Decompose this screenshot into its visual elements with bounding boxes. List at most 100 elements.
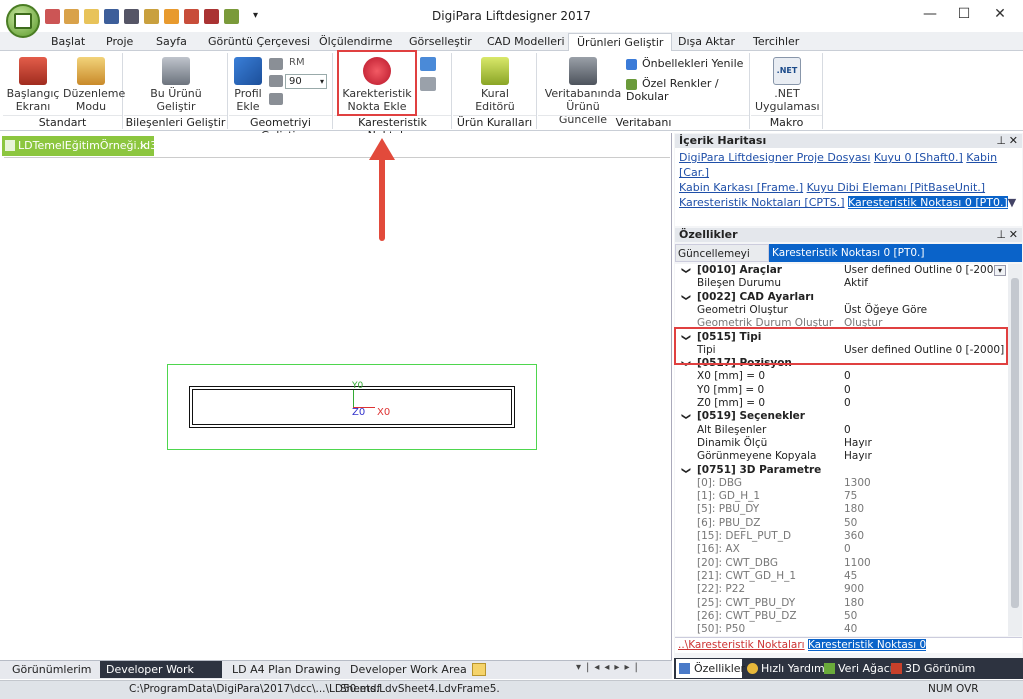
function-icon [481,57,509,85]
collapse-chevron-icon[interactable]: ❯ [678,413,691,421]
custom-colors-button[interactable]: Özel Renkler / Dokular [626,77,750,103]
sheet-tab-developer-work-area-active[interactable]: Developer Work Area✕ [100,661,222,693]
property-row[interactable]: [0]: DBG 1300 [675,477,1008,490]
new-sheet-icon[interactable] [472,663,486,676]
expand-icon[interactable]: ▼ [1008,196,1016,209]
sheet-tab-gorunumlerim[interactable]: Görünümlerim [6,661,98,678]
angle-icon[interactable] [269,75,283,87]
scrollbar-thumb[interactable] [1011,278,1019,608]
property-row[interactable]: [5]: PBU_DY 180 [675,503,1008,516]
property-row[interactable]: [15]: DEFL_PUT_D 360 [675,530,1008,543]
property-value: 180 [844,503,865,516]
property-section[interactable]: ❯ [0519] Seçenekler [675,410,1008,423]
net-app-button[interactable]: .NET .NET Uygulaması [755,57,820,113]
property-row[interactable]: [16]: AX 0 [675,543,1008,556]
property-row[interactable]: [20]: CWT_DBG 1100 [675,557,1008,570]
property-row[interactable]: Bileşen Durumu Aktif [675,277,1008,290]
collapse-chevron-icon[interactable]: ❯ [678,466,691,474]
property-key: [21]: CWT_GD_H_1 [697,569,797,582]
edit-mode-button[interactable]: Düzenleme Modu [63,57,125,113]
map-link-pt0-selected[interactable]: Karesteristik Noktası 0 [PT0.] [848,196,1008,209]
point-list-icon[interactable] [420,77,436,91]
start-screen-button[interactable]: Başlangıç Ekranı [5,57,61,113]
rotate-icon[interactable] [269,58,283,70]
app-menu-button[interactable] [6,4,40,38]
tab-tercihler[interactable]: Tercihler [745,33,807,51]
map-link-pitbase[interactable]: Kuyu Dibi Elemanı [PitBaseUnit.] [807,181,985,194]
tab-sayfa[interactable]: Sayfa [148,33,195,51]
map-link-project[interactable]: DigiPara Liftdesigner Proje Dosyası [679,151,870,164]
document-icon [5,140,15,151]
property-row[interactable]: [1]: GD_H_1 75 [675,490,1008,503]
tab-goruntu-cercevesi[interactable]: Görüntü Çerçevesi [200,33,318,51]
property-value: Hayır [844,450,872,463]
property-section[interactable]: ❯ [0751] 3D Parametre [675,464,1008,477]
tab-urunleri-gelistir[interactable]: Ürünleri Geliştir [568,33,673,52]
tab-disa-aktar[interactable]: Dışa Aktar [670,33,743,51]
annotation-arrow-up-left [379,153,385,241]
property-row[interactable]: Dinamik Ölçü Hayır [675,437,1008,450]
tab-cad-modelleri[interactable]: CAD Modelleri [479,33,573,51]
property-row[interactable]: Z0 [mm] = 0 0 [675,397,1008,410]
lock-update-button[interactable]: Güncellemeyi Kilitle [675,244,769,278]
document-tab[interactable]: LDTemelEğitimÖrneği.ld3 × [2,136,157,156]
tab-3d-gorunum[interactable]: 3D Görünüm [889,659,975,678]
develop-product-button[interactable]: Bu Ürünü Geliştir [132,57,220,113]
property-grid[interactable]: ❯ [0010] Araçlar User defined Outline 0 [-… [675,264,1008,636]
map-link-shaft[interactable]: Kuyu 0 [Shaft0.] [874,151,963,164]
add-profile-button[interactable]: Profil Ekle [231,57,265,113]
property-row[interactable]: [26]: CWT_PBU_DZ 50 [675,610,1008,623]
property-value: 1300 [844,476,871,489]
pencil-icon [77,57,105,85]
breadcrumb-parent[interactable]: ..\Karesteristik Noktaları [678,639,805,651]
close-icon[interactable]: ✕ [990,6,1010,22]
mirror-icon[interactable] [269,93,283,105]
refresh-caches-button[interactable]: Önbellekleri Yenile [626,57,746,70]
property-key: [6]: PBU_DZ [697,516,761,529]
property-row[interactable]: [21]: CWT_GD_H_1 45 [675,570,1008,583]
value-dropdown-icon[interactable]: ▾ [994,265,1006,276]
tab-hizli-yardim[interactable]: Hızlı Yardım [745,659,825,678]
sheet-nav-controls[interactable]: ▾|◂◂▸▸| [576,662,643,673]
sheet-tab-developer-work-area[interactable]: Developer Work Area [344,661,473,678]
breadcrumb-current[interactable]: Karesteristik Noktası 0 [807,639,927,651]
pin-icon[interactable]: ⊥ [996,228,1006,242]
rule-editor-button[interactable]: Kural Editörü [463,57,527,113]
tab-ozellikler[interactable]: Özellikler [676,659,745,678]
maximize-icon[interactable]: ☐ [954,6,974,22]
help-icon [747,663,758,674]
axis-y-line [353,390,354,408]
property-row[interactable]: Y0 [mm] = 0 0 [675,384,1008,397]
property-row[interactable]: Görünmeyene Kopyala Hayır [675,450,1008,463]
tab-proje[interactable]: Proje [98,33,141,51]
map-link-frame[interactable]: Kabin Karkası [Frame.] [679,181,803,194]
sheet-tab-a4-plan[interactable]: LD A4 Plan Drawing [226,661,347,678]
close-panel-icon[interactable]: ✕ [1009,228,1018,242]
map-link-cpts[interactable]: Karesteristik Noktaları [CPTS.] [679,196,845,209]
property-key: [26]: CWT_PBU_DZ [697,609,797,622]
minimize-icon[interactable]: — [920,6,940,22]
property-row[interactable]: X0 [mm] = 0 0 [675,370,1008,383]
close-panel-icon[interactable]: ✕ [1009,134,1018,148]
tab-baslat[interactable]: Başlat [43,33,93,51]
point-settings-icon[interactable] [420,57,436,71]
property-row[interactable]: Geometri Oluştur Üst Öğeye Göre [675,304,1008,317]
dotnet-icon: .NET [773,57,801,85]
tab-olculendirme[interactable]: Ölçülendirme [311,33,400,51]
tab-gorsellestir[interactable]: Görselleştir [401,33,480,51]
close-tab-icon[interactable]: × [139,136,148,155]
collapse-chevron-icon[interactable]: ❯ [678,267,691,275]
pin-icon[interactable]: ⊥ [996,134,1006,148]
property-row[interactable]: Alt Bileşenler 0 [675,424,1008,437]
property-scrollbar[interactable] [1008,264,1022,636]
collapse-chevron-icon[interactable]: ❯ [678,293,691,301]
angle-select[interactable]: 90 ▾ [285,74,327,89]
property-row[interactable]: [25]: CWT_PBU_DY 180 [675,597,1008,610]
property-row[interactable]: [6]: PBU_DZ 50 [675,517,1008,530]
property-section[interactable]: ❯ [0010] Araçlar User defined Outline 0 [-… [675,264,1008,277]
property-row[interactable]: [50]: P50 40 [675,623,1008,636]
property-row[interactable]: [22]: P22 900 [675,583,1008,596]
tab-veri-agaci[interactable]: Veri Ağacı [822,659,893,678]
property-section[interactable]: ❯ [0022] CAD Ayarları [675,291,1008,304]
property-key: [1]: GD_H_1 [697,490,761,503]
